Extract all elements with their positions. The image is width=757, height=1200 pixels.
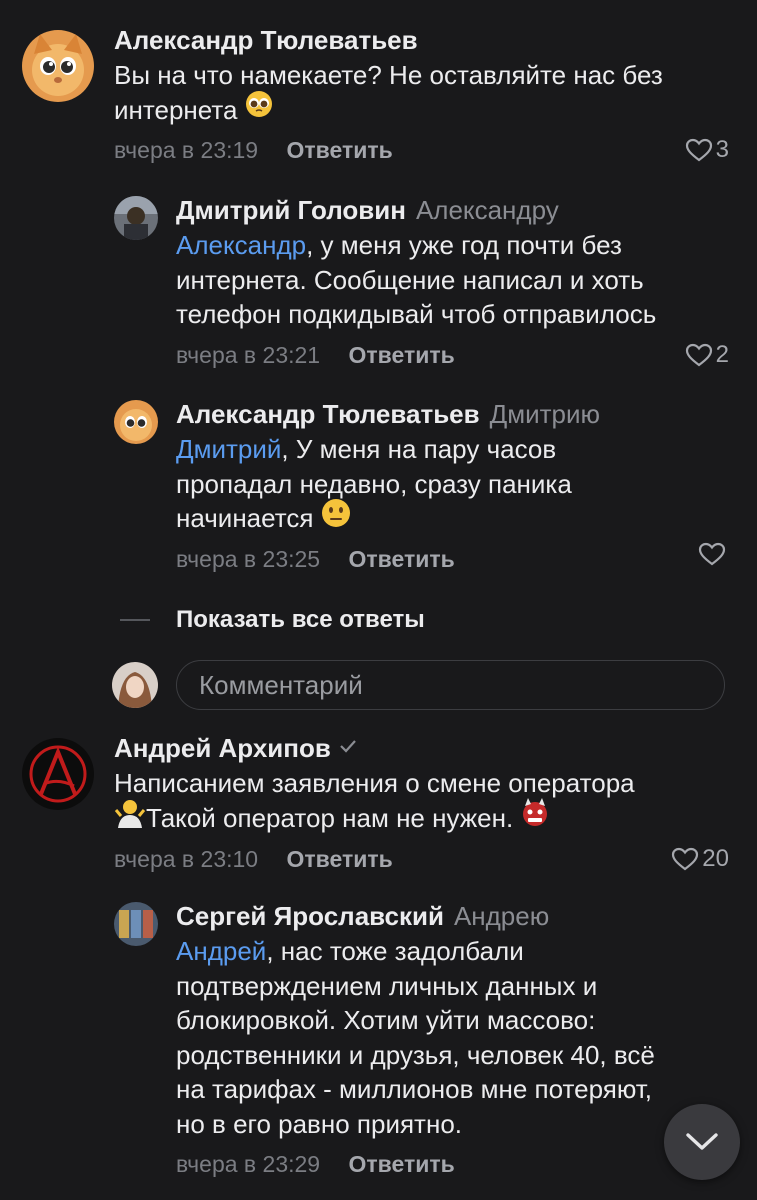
comment-time: вчера в 23:29 (176, 1151, 321, 1177)
show-all-replies-label: Показать все ответы (176, 606, 425, 633)
mention-link[interactable]: Андрей (176, 936, 266, 966)
reply-to-label: Александру (415, 195, 559, 225)
comment-line: интернета. Сообщение написал и хоть (176, 264, 644, 295)
avatar[interactable] (114, 196, 158, 240)
comment-line: телефон подкидывай чтоб отправилось (176, 299, 657, 329)
comment-author[interactable]: Сергей Ярославский (176, 901, 444, 931)
reply-button[interactable]: Ответить (287, 137, 393, 163)
heart-icon (685, 343, 712, 366)
comment-line: Вы на что намекаете? Не оставляйте нас б… (114, 60, 663, 90)
comment-input-row (112, 660, 725, 712)
comment-time: вчера в 23:10 (114, 846, 259, 872)
ogre-emoji-icon (520, 797, 550, 837)
comment-time: вчера в 23:25 (176, 546, 321, 573)
likes-count: 3 (715, 136, 729, 163)
like-button[interactable]: 2 (685, 338, 729, 372)
comment-time: вчера в 23:21 (176, 341, 321, 368)
comment-text: Александр, у меня уже год почти без инте… (176, 228, 729, 332)
comment-line: , У меня на пару часов (281, 434, 557, 464)
mention-link[interactable]: Александр (176, 230, 306, 260)
heart-icon (672, 847, 699, 871)
comment-input[interactable] (176, 660, 725, 710)
comment-line: блокировкой. Хотим уйти массово: (176, 1005, 596, 1035)
pleading-face-emoji-icon (245, 90, 273, 127)
comment-line: интернета (114, 94, 238, 125)
comment-text: Написанием заявления о смене оператора Т… (114, 766, 729, 836)
comment-text: Дмитрий, У меня на пару часов пропадал н… (176, 432, 729, 536)
avatar[interactable] (114, 902, 158, 946)
current-user-avatar (112, 662, 158, 708)
comment-author[interactable]: Дмитрий Головин (176, 195, 406, 225)
likes-count: 2 (715, 340, 729, 368)
like-button[interactable]: 20 (671, 842, 729, 876)
comment-time: вчера в 23:19 (114, 137, 259, 163)
mention-link[interactable]: Дмитрий (176, 434, 281, 464)
like-button[interactable]: 3 (685, 133, 729, 167)
comment-author[interactable]: Андрей Архипов (114, 733, 331, 763)
reply-to-label: Дмитрию (489, 399, 601, 429)
comment-author[interactable]: Александр Тюлеватьев (114, 25, 418, 55)
neutral-face-emoji-icon (321, 498, 351, 537)
heart-icon (685, 138, 712, 162)
reply-button[interactable]: Ответить (287, 846, 393, 872)
comment-text: Андрей, нас тоже задолбали подтверждение… (176, 934, 729, 1141)
avatar[interactable] (22, 738, 94, 810)
comment-line: Такой оператор нам не нужен. (146, 802, 514, 833)
comment-line: подтверждением личных данных и (176, 970, 598, 1001)
comment-text: Вы на что намекаете? Не оставляйте нас б… (114, 58, 729, 127)
comment-line: Написанием заявления о смене оператора (114, 768, 635, 799)
divider (120, 619, 150, 621)
comment-line: начинается (176, 503, 314, 533)
comment-line: на тарифах - миллионов мне потеряют, (176, 1074, 653, 1104)
reply-button[interactable]: Ответить (349, 1151, 455, 1177)
person-shrugging-emoji-icon (114, 798, 146, 837)
comment-line: родственники и друзья, человек 40, всё (176, 1039, 655, 1070)
verified-check-icon (337, 730, 359, 766)
like-button[interactable] (698, 542, 729, 566)
reply-to-label: Андрею (453, 901, 550, 931)
avatar[interactable] (22, 30, 94, 102)
comment-line: но в его равно приятно. (176, 1108, 462, 1139)
comment-line: , нас тоже задолбали (266, 936, 524, 966)
chevron-down-icon (686, 1133, 718, 1150)
comment-line: , у меня уже год почти без (306, 230, 622, 260)
scroll-down-button[interactable] (664, 1104, 740, 1180)
reply-button[interactable]: Ответить (349, 546, 455, 572)
heart-icon (698, 543, 726, 566)
comment-author[interactable]: Александр Тюлеватьев (176, 399, 480, 429)
likes-count: 20 (702, 845, 729, 872)
reply-button[interactable]: Ответить (349, 342, 455, 368)
show-all-replies-button[interactable]: Показать все ответы (120, 600, 425, 640)
comment-line: пропадал недавно, сразу паника (176, 468, 572, 499)
avatar[interactable] (114, 400, 158, 444)
